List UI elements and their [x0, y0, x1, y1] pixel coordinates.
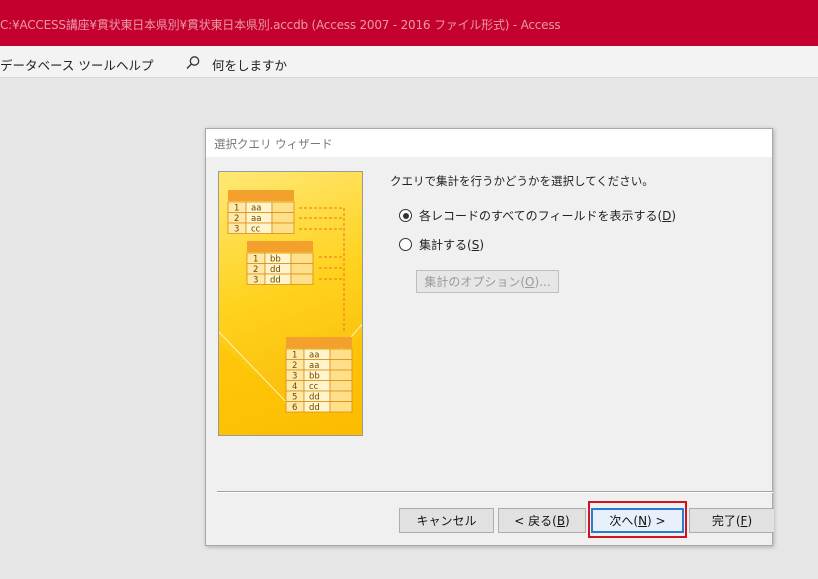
cell-number: 1 — [292, 350, 297, 360]
radio-button[interactable] — [399, 238, 412, 251]
mini-table-1: 1 aa 2 aa 3 cc — [227, 190, 295, 234]
cell-number: 2 — [292, 361, 297, 371]
cell-number: 4 — [292, 382, 297, 392]
radio-label: 集計する(S) — [419, 238, 484, 252]
cell-number: 3 — [292, 371, 297, 381]
ribbon-tab-bar: データベース ツール ヘルプ 何をしますか — [0, 46, 818, 78]
cell-number: 2 — [234, 214, 239, 224]
cell-number: 1 — [253, 254, 258, 264]
next-button-highlight — [588, 501, 687, 538]
cell-value: dd — [270, 265, 281, 275]
finish-button[interactable]: 完了(F) — [689, 508, 774, 533]
title-bar: C:¥ACCESS講座¥貫状東日本県別¥貫状東日本県別.accdb (Acces… — [0, 0, 818, 46]
cell-number: 1 — [234, 203, 239, 213]
radio-button[interactable] — [399, 209, 412, 222]
mini-table-result: 1 aa 2 aa 3 bb 4 cc 5 dd 6 dd — [285, 337, 353, 413]
wizard-illustration: 1 aa 2 aa 3 cc 1 bb 2 dd 3 dd 1 aa 2 aa 3 bb 4 cc 5 dd 6 dd — [218, 171, 363, 436]
table-summary-illustration: 1 aa 2 aa 3 cc 1 bb 2 dd 3 dd 1 aa 2 aa 3 bb 4 cc 5 dd 6 dd — [219, 190, 362, 435]
cell-value: aa — [309, 361, 319, 371]
radio-label: 各レコードのすべてのフィールドを表示する(D) — [419, 209, 677, 223]
cell-number: 6 — [292, 403, 297, 413]
cell-value: aa — [251, 214, 261, 224]
back-button[interactable]: < 戻る(B) — [498, 508, 586, 533]
radio-summary[interactable]: 集計する(S) — [399, 236, 484, 253]
cell-value: dd — [309, 392, 320, 402]
cell-value: dd — [309, 403, 320, 413]
mini-table-2: 1 bb 2 dd 3 dd — [246, 241, 314, 285]
cell-value: cc — [251, 224, 261, 234]
wizard-prompt: クエリで集計を行うかどうかを選択してください。 — [390, 174, 654, 188]
radio-show-all-fields[interactable]: 各レコードのすべてのフィールドを表示する(D) — [399, 207, 676, 224]
select-query-wizard-dialog: 選択クエリ ウィザード 1 aa 2 aa 3 cc 1 bb 2 dd 3 dd 1 aa 2 aa 3 bb 4… — [205, 128, 774, 546]
divider — [217, 492, 773, 493]
cell-value: cc — [309, 382, 319, 392]
cell-number: 2 — [253, 265, 258, 275]
dialog-title: 選択クエリ ウィザード — [214, 137, 333, 151]
cell-value: dd — [270, 275, 281, 285]
cell-number: 3 — [253, 275, 258, 285]
cell-value: bb — [270, 254, 281, 264]
cell-number: 3 — [234, 224, 239, 234]
cell-value: bb — [309, 371, 320, 381]
cell-value: aa — [309, 350, 319, 360]
cancel-button[interactable]: キャンセル — [399, 508, 494, 533]
tell-me-search[interactable]: 何をしますか — [212, 55, 287, 74]
tab-help[interactable]: ヘルプ — [116, 55, 154, 74]
window-title: C:¥ACCESS講座¥貫状東日本県別¥貫状東日本県別.accdb (Acces… — [0, 18, 561, 32]
tab-database-tools[interactable]: データベース ツール — [0, 55, 116, 74]
summary-options-button[interactable]: 集計のオプション(O)... — [416, 270, 559, 293]
dialog-title-bar: 選択クエリ ウィザード — [206, 129, 772, 157]
cell-value: aa — [251, 203, 261, 213]
search-icon[interactable] — [185, 55, 201, 71]
cell-number: 5 — [292, 392, 297, 402]
